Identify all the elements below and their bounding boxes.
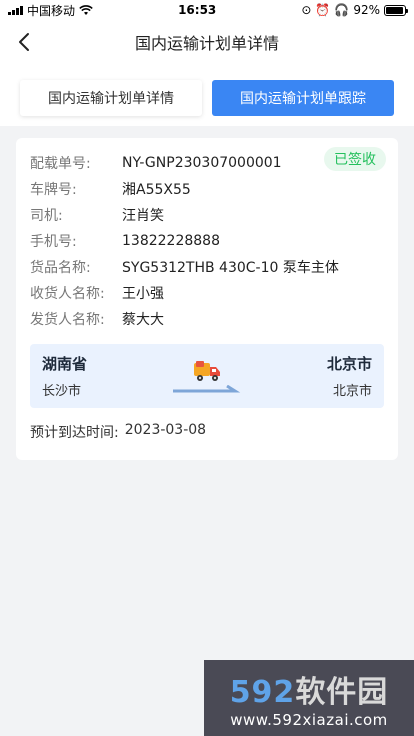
origin-city: 长沙市	[42, 384, 82, 399]
signal-icon	[8, 5, 23, 15]
field-label: 司机:	[30, 208, 63, 224]
headphones-icon: 🎧	[334, 3, 350, 17]
watermark-name: 软件园	[295, 675, 389, 710]
status-bar: 中国移动 16:53 ⊙ ⏰ 🎧 92%	[0, 0, 414, 20]
page-title: 国内运输计划单详情	[134, 34, 279, 53]
tab-bar: 国内运输计划单详情 国内运输计划单跟踪	[16, 80, 398, 116]
route-panel: 湖南省 长沙市 北京市 北京市	[30, 344, 384, 408]
field-label: 发货人名称:	[30, 312, 105, 328]
field-value: 汪肖笑	[122, 208, 164, 224]
truck-icon	[194, 361, 220, 381]
battery-percent: 92%	[353, 3, 380, 17]
field-value: 湘A55X55	[122, 182, 191, 198]
field-value: 王小强	[122, 286, 164, 302]
field-row-driver: 司机: 汪肖笑	[30, 202, 384, 228]
destination-province: 北京市	[326, 355, 372, 373]
watermark-logo: 592软件园	[230, 667, 389, 711]
field-value: SYG5312THB 430C-10 泵车主体	[122, 260, 339, 276]
nav-bar: 国内运输计划单详情	[0, 20, 414, 64]
wifi-icon	[79, 4, 93, 15]
route-origin: 湖南省 长沙市	[42, 353, 87, 399]
field-row-goods: 货品名称: SYG5312THB 430C-10 泵车主体	[30, 254, 384, 280]
shipment-card: 已签收 配载单号: NY-GNP230307000001 车牌号: 湘A55X5…	[16, 138, 398, 460]
carrier-label: 中国移动	[27, 3, 76, 18]
field-row-phone: 手机号: 13822228888	[30, 228, 384, 254]
route-arrow	[173, 359, 241, 393]
battery-icon	[383, 4, 408, 16]
site-watermark: 592软件园 www.592xiazai.com	[204, 660, 414, 736]
field-label: 配载单号:	[30, 156, 91, 172]
field-label: 车牌号:	[30, 182, 77, 198]
direction-arrow-icon	[173, 385, 241, 393]
chevron-left-icon	[19, 33, 29, 51]
status-badge: 已签收	[324, 147, 386, 171]
tab-plan-tracking[interactable]: 国内运输计划单跟踪	[212, 80, 394, 116]
eta-row: 预计到达时间: 2023-03-08	[30, 422, 384, 442]
eta-value: 2023-03-08	[124, 422, 207, 438]
field-value: NY-GNP230307000001	[122, 155, 282, 171]
back-button[interactable]	[10, 28, 38, 56]
watermark-number: 592	[229, 675, 296, 710]
clock: 16:53	[178, 3, 217, 17]
eta-label: 预计到达时间:	[30, 425, 119, 441]
status-left: 中国移动	[8, 2, 93, 19]
field-value: 13822228888	[122, 233, 220, 249]
field-row-consignee: 收货人名称: 王小强	[30, 280, 384, 306]
alarm-icon: ⏰	[315, 3, 331, 17]
origin-province: 湖南省	[42, 355, 88, 373]
field-label: 货品名称:	[30, 260, 91, 276]
lock-rotation-icon: ⊙	[301, 3, 312, 17]
field-row-plate: 车牌号: 湘A55X55	[30, 176, 384, 202]
tab-plan-details[interactable]: 国内运输计划单详情	[20, 80, 202, 116]
destination-city: 北京市	[332, 384, 372, 399]
field-row-shipper: 发货人名称: 蔡大大	[30, 306, 384, 332]
route-destination: 北京市 北京市	[327, 353, 372, 399]
status-right: ⊙ ⏰ 🎧 92%	[301, 3, 408, 17]
field-value: 蔡大大	[122, 312, 164, 328]
tabs-container: 国内运输计划单详情 国内运输计划单跟踪	[0, 64, 414, 126]
watermark-url: www.592xiazai.com	[230, 711, 388, 729]
field-label: 收货人名称:	[30, 286, 105, 302]
field-label: 手机号:	[30, 234, 77, 250]
